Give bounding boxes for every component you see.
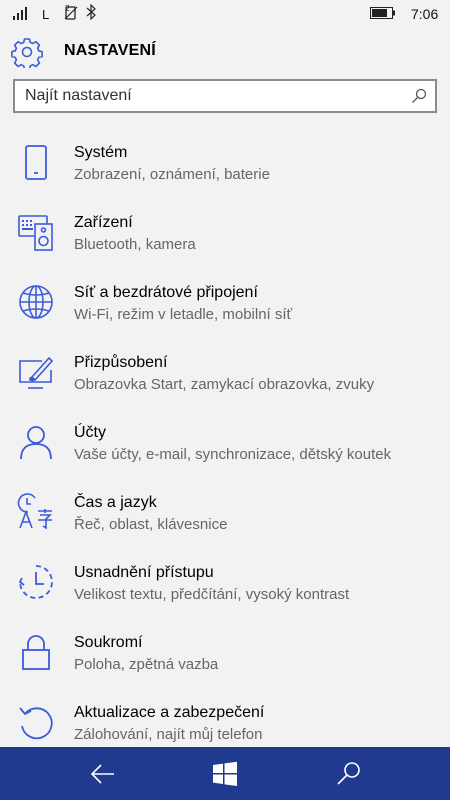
svg-text:2: 2 [65, 4, 70, 13]
settings-item-label: Přizpůsobení [74, 354, 168, 371]
phone-icon [25, 145, 47, 180]
search-box[interactable] [13, 79, 437, 113]
settings-item-description: Wi-Fi, režim v letadle, mobilní síť [74, 306, 293, 323]
search-icon[interactable] [334, 759, 364, 789]
settings-item-ease-of-access[interactable]: Usnadnění přístupu Velikost textu, předč… [0, 560, 450, 626]
settings-item-description: Bluetooth, kamera [74, 236, 196, 253]
search-icon[interactable] [411, 88, 427, 104]
settings-item-label: Účty [74, 424, 106, 441]
settings-item-label: Aktualizace a zabezpečení [74, 704, 265, 721]
signal-strength-icon [13, 7, 27, 20]
update-icon [19, 707, 53, 740]
gear-icon [11, 38, 43, 68]
settings-item-label: Systém [74, 144, 128, 161]
personalization-icon [19, 356, 54, 389]
settings-item-privacy[interactable]: Soukromí Poloha, zpětná vazba [0, 630, 450, 696]
person-icon [20, 426, 52, 460]
lock-icon [22, 635, 50, 670]
settings-item-accounts[interactable]: Účty Vaše účty, e-mail, synchronizace, d… [0, 420, 450, 486]
settings-item-description: Zálohování, najít můj telefon [74, 726, 263, 743]
time-language-icon [17, 493, 52, 530]
settings-item-description: Zobrazení, oznámení, baterie [74, 166, 270, 183]
globe-icon [19, 285, 53, 319]
no-sim-icon: 2 [64, 4, 78, 20]
settings-item-description: Řeč, oblast, klávesnice [74, 516, 228, 533]
settings-item-label: Soukromí [74, 634, 143, 651]
settings-item-label: Usnadnění přístupu [74, 564, 214, 581]
settings-item-label: Čas a jazyk [74, 494, 157, 511]
network-indicator: L [42, 7, 50, 22]
devices-icon [18, 215, 53, 251]
settings-item-label: Síť a bezdrátové připojení [74, 284, 258, 301]
page-header: NASTAVENÍ [0, 34, 450, 74]
back-arrow-icon[interactable] [88, 759, 118, 789]
settings-item-description: Obrazovka Start, zamykací obrazovka, zvu… [74, 376, 375, 393]
clock-time: 7:06 [411, 6, 439, 22]
search-input[interactable] [25, 85, 395, 107]
bluetooth-icon [86, 4, 96, 20]
settings-item-devices[interactable]: Zařízení Bluetooth, kamera [0, 210, 450, 276]
settings-item-description: Velikost textu, předčítání, vysoký kontr… [74, 586, 350, 603]
page-title: NASTAVENÍ [64, 42, 156, 59]
settings-item-description: Vaše účty, e-mail, synchronizace, dětský… [74, 446, 392, 463]
settings-item-network[interactable]: Síť a bezdrátové připojení Wi-Fi, režim … [0, 280, 450, 346]
settings-item-description: Poloha, zpětná vazba [74, 656, 219, 673]
settings-item-label: Zařízení [74, 214, 133, 231]
settings-item-system[interactable]: Systém Zobrazení, oznámení, baterie [0, 140, 450, 206]
battery-icon [370, 7, 395, 19]
ease-of-access-icon [18, 565, 53, 599]
status-bar: L 2 7:06 [0, 0, 450, 28]
navigation-bar [0, 747, 450, 800]
settings-item-personalization[interactable]: Přizpůsobení Obrazovka Start, zamykací o… [0, 350, 450, 416]
settings-item-time-language[interactable]: Čas a jazyk Řeč, oblast, klávesnice [0, 490, 450, 556]
windows-logo-icon[interactable] [210, 759, 240, 789]
